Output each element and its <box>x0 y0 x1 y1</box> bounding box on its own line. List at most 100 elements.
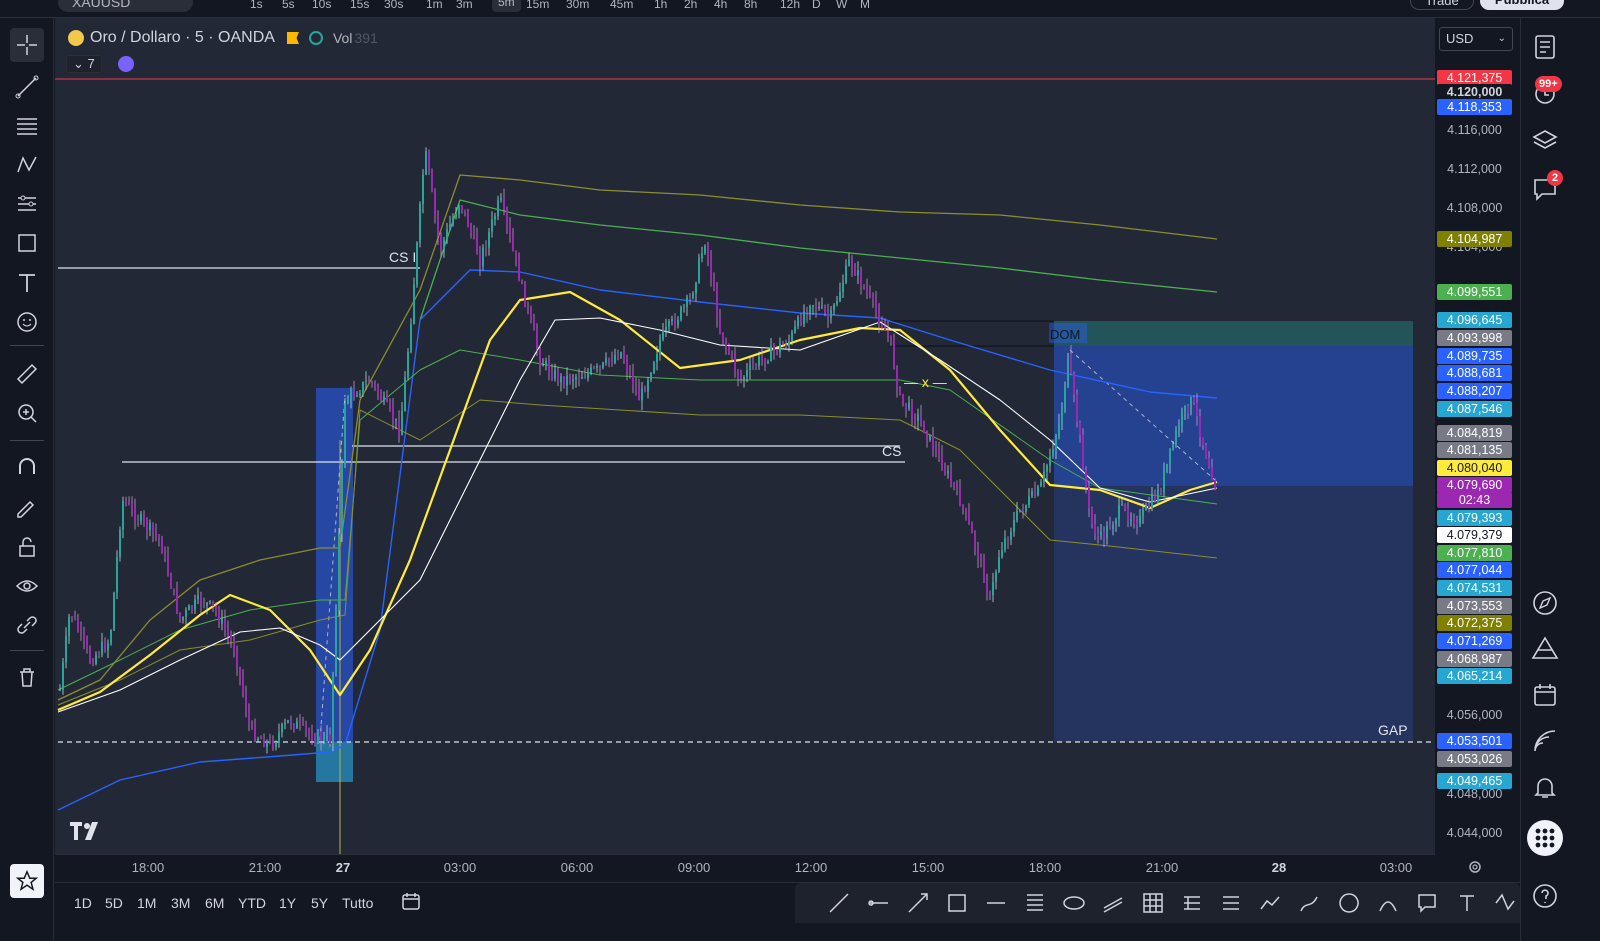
draw-polyline-button[interactable] <box>1490 888 1520 918</box>
draw-short-position-button[interactable] <box>1216 888 1246 918</box>
broadcast-icon <box>1534 730 1556 752</box>
candle-body <box>161 538 163 554</box>
draw-path-button[interactable] <box>1255 888 1285 918</box>
draw-arrow-button[interactable] <box>903 888 933 918</box>
timeframe-1m[interactable]: 1m <box>426 0 443 10</box>
calendar-button[interactable] <box>1526 676 1564 714</box>
products-menu-button[interactable] <box>1527 820 1563 856</box>
layers-button[interactable] <box>1526 122 1564 160</box>
candle-body <box>512 236 514 251</box>
timeframe-4h[interactable]: 4h <box>714 0 727 10</box>
symbol-search[interactable]: XAUUSD <box>58 0 193 12</box>
timeframe-15m[interactable]: 15m <box>526 0 549 10</box>
candle-body <box>188 605 190 611</box>
flag-icon[interactable] <box>286 32 299 44</box>
magnet-tool[interactable] <box>10 450 44 484</box>
indicators-toggle[interactable]: ⌄ 7 <box>66 55 102 73</box>
timeframe-10s[interactable]: 10s <box>312 0 331 10</box>
draw-text-button[interactable] <box>1452 888 1482 918</box>
timeframe-5s[interactable]: 5s <box>282 0 295 10</box>
crosshair-tool[interactable] <box>10 28 44 62</box>
delete-tool[interactable] <box>10 660 44 694</box>
draw-callout-button[interactable] <box>1412 888 1442 918</box>
fib-tool[interactable] <box>10 109 44 143</box>
timeframe-D[interactable]: D <box>812 0 821 10</box>
timeframe-15s[interactable]: 15s <box>350 0 369 10</box>
sync-icon[interactable] <box>117 56 134 72</box>
zoom-tool[interactable] <box>10 396 44 430</box>
timeframe-1h[interactable]: 1h <box>654 0 667 10</box>
timeframe-30m[interactable]: 30m <box>566 0 589 10</box>
timeframe-45m[interactable]: 45m <box>610 0 633 10</box>
draw-gann-box-button[interactable] <box>1138 888 1168 918</box>
draw-trendline-button[interactable] <box>824 888 854 918</box>
text-tool[interactable] <box>10 266 44 300</box>
publish-button[interactable]: Pubblica <box>1480 0 1564 10</box>
candle-body <box>470 227 472 233</box>
timeframe-2h[interactable]: 2h <box>684 0 697 10</box>
trade-button[interactable]: Trade <box>1410 0 1474 10</box>
visibility-tool[interactable] <box>10 569 44 603</box>
shape-tool[interactable] <box>10 226 44 260</box>
go-to-date-icon[interactable] <box>400 890 422 912</box>
candle-body <box>797 317 799 327</box>
candle-body <box>341 462 343 534</box>
emoji-tool[interactable] <box>10 305 44 339</box>
range-ytd[interactable]: YTD <box>238 895 266 911</box>
symbol-title[interactable]: Oro / Dollaro · 5 · OANDA <box>90 29 275 47</box>
range-3m[interactable]: 3M <box>171 895 190 911</box>
pattern-tool[interactable] <box>10 148 44 182</box>
range-tutto[interactable]: Tutto <box>342 895 373 911</box>
measure-tool[interactable] <box>10 357 44 391</box>
timeframe-30s[interactable]: 30s <box>384 0 403 10</box>
favorites-button[interactable] <box>10 864 44 898</box>
candle-body <box>1118 504 1120 520</box>
draw-brush-button[interactable] <box>1294 888 1324 918</box>
draw-long-position-button[interactable] <box>1177 888 1207 918</box>
help-button[interactable] <box>1526 877 1564 915</box>
timeframe-1s[interactable]: 1s <box>250 0 263 10</box>
notifications-button[interactable] <box>1526 768 1564 806</box>
watchlist-button[interactable] <box>1526 28 1564 66</box>
currency-select[interactable]: USD ⌄ <box>1439 27 1513 51</box>
candle-body <box>386 396 388 402</box>
ideas-button[interactable] <box>1526 630 1564 668</box>
range-5y[interactable]: 5Y <box>311 895 328 911</box>
lock-tool[interactable] <box>10 530 44 564</box>
timeframe-5m[interactable]: 5m <box>492 0 521 12</box>
trendline-tool[interactable] <box>10 70 44 104</box>
candle-body <box>1193 397 1195 403</box>
draw-arc-button[interactable] <box>1373 888 1403 918</box>
draw-horizontal-line-button[interactable] <box>981 888 1011 918</box>
target-button[interactable] <box>1526 584 1564 622</box>
timeframe-M[interactable]: M <box>860 0 870 10</box>
volume-label[interactable]: Vol <box>333 30 352 46</box>
range-6m[interactable]: 6M <box>205 895 224 911</box>
range-1m[interactable]: 1M <box>137 895 156 911</box>
timeframe-W[interactable]: W <box>836 0 847 10</box>
timeframe-8h[interactable]: 8h <box>744 0 757 10</box>
forecast-tool[interactable] <box>10 187 44 221</box>
chart-pane[interactable]: CS I CS DOM — x — GAP <box>55 18 1435 854</box>
link-tool[interactable] <box>10 608 44 642</box>
range-1y[interactable]: 1Y <box>279 895 296 911</box>
draw-parallel-channel-button[interactable] <box>1098 888 1128 918</box>
timeframe-3m[interactable]: 3m <box>456 0 473 10</box>
candle-body <box>737 370 739 378</box>
draw-horizontal-ray-button[interactable] <box>864 888 894 918</box>
draw-rectangle-button[interactable] <box>942 888 972 918</box>
price-label: 4.049,465 <box>1437 773 1512 789</box>
candle-body <box>716 288 718 319</box>
draw-fib-button[interactable] <box>1020 888 1050 918</box>
drawing-mode-tool[interactable] <box>10 490 44 524</box>
range-5d[interactable]: 5D <box>105 895 123 911</box>
settings-gear-icon[interactable] <box>1466 858 1484 876</box>
candle-body <box>1022 509 1024 512</box>
price-chart[interactable]: CS I CS DOM — x — GAP <box>55 18 1435 854</box>
draw-circle-button[interactable] <box>1334 888 1364 918</box>
timeframe-12h[interactable]: 12h <box>780 0 800 10</box>
streams-button[interactable] <box>1526 722 1564 760</box>
range-1d[interactable]: 1D <box>74 895 92 911</box>
draw-ellipse-button[interactable] <box>1059 888 1089 918</box>
candle-body <box>683 306 685 308</box>
